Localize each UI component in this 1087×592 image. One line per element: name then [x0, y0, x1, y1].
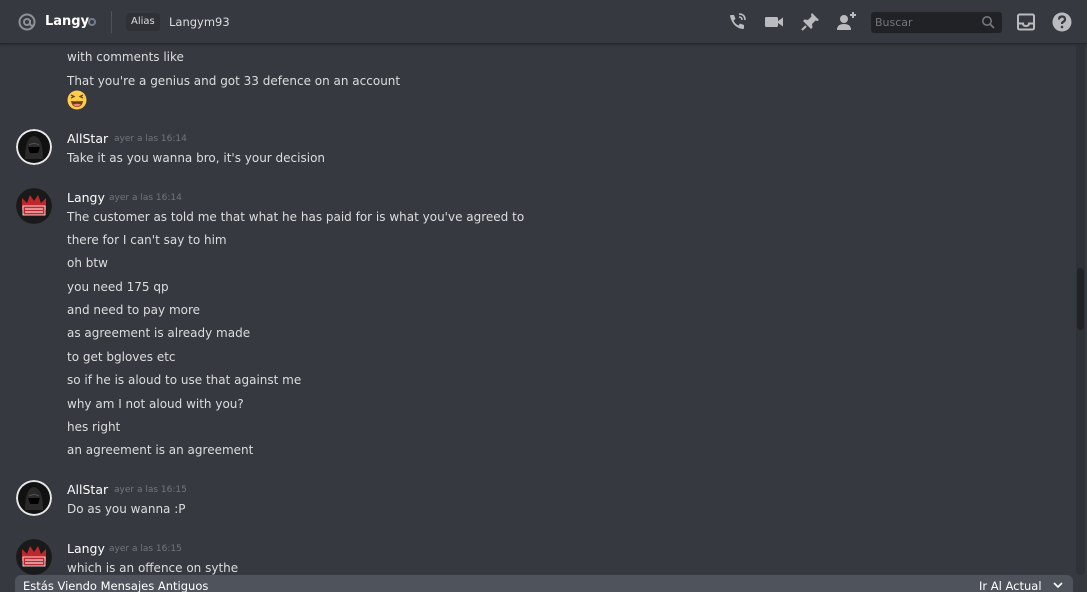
- channel-title: Langy: [45, 14, 90, 29]
- message-line: with comments like: [67, 50, 184, 64]
- chevron-down-icon[interactable]: [1053, 581, 1063, 589]
- old-messages-label: Estás Viendo Mensajes Antiguos: [23, 579, 209, 592]
- message-line: which is an offence on sythe: [67, 561, 239, 575]
- message-author[interactable]: AllStar: [67, 131, 108, 146]
- message-line: to get bgloves etc: [67, 350, 176, 364]
- alias-value: Langym93: [169, 15, 230, 29]
- message-line: hes right: [67, 420, 121, 434]
- add-friend-icon[interactable]: [835, 11, 857, 33]
- avatar[interactable]: [16, 539, 52, 575]
- help-icon[interactable]: [1051, 11, 1073, 33]
- message-line: why am I not aloud with you?: [67, 397, 244, 411]
- message-timestamp: ayer a las 16:15: [109, 544, 182, 554]
- at-icon: [18, 13, 36, 31]
- header-divider: [111, 11, 112, 33]
- message-line: so if he is aloud to use that against me: [67, 373, 302, 387]
- message-author[interactable]: Langy: [67, 190, 105, 205]
- message-author[interactable]: AllStar: [67, 482, 108, 497]
- laughing-emoji-icon: [67, 90, 87, 110]
- message-line: an agreement is an agreement: [67, 443, 254, 457]
- old-messages-bar: Estás Viendo Mensajes Antiguos Ir Al Act…: [15, 575, 1073, 592]
- message-list: with comments like That you're a genius …: [0, 45, 1075, 575]
- inbox-icon[interactable]: [1015, 11, 1037, 33]
- message-line: Do as you wanna :P: [67, 502, 186, 516]
- message-line: there for I can't say to him: [67, 233, 227, 247]
- message-author[interactable]: Langy: [67, 541, 105, 556]
- jump-to-present-button[interactable]: Ir Al Actual: [979, 579, 1042, 592]
- message-timestamp: ayer a las 16:14: [114, 134, 187, 144]
- avatar[interactable]: [16, 188, 52, 224]
- message-line: Take it as you wanna bro, it's your deci…: [67, 151, 326, 165]
- message-line: The customer as told me that what he has…: [67, 210, 525, 224]
- status-indicator: [88, 18, 96, 26]
- scrollbar-thumb[interactable]: [1077, 268, 1084, 330]
- call-icon[interactable]: [726, 11, 748, 33]
- search-input[interactable]: [875, 14, 975, 31]
- message-timestamp: ayer a las 16:15: [114, 485, 187, 495]
- channel-header: Langy Alias Langym93: [0, 0, 1087, 44]
- message-timestamp: ayer a las 16:14: [109, 193, 182, 203]
- message-line: you need 175 qp: [67, 280, 169, 294]
- video-icon[interactable]: [763, 11, 785, 33]
- message-line: and need to pay more: [67, 303, 201, 317]
- message-line: That you're a genius and got 33 defence …: [67, 74, 401, 88]
- avatar[interactable]: [16, 129, 52, 165]
- pin-icon[interactable]: [799, 11, 821, 33]
- search-icon: [982, 16, 995, 29]
- message-line: as agreement is already made: [67, 326, 251, 340]
- avatar[interactable]: [16, 480, 52, 516]
- message-line: oh btw: [67, 256, 108, 270]
- alias-label: Alias: [126, 13, 160, 31]
- search-bar[interactable]: [871, 12, 1002, 33]
